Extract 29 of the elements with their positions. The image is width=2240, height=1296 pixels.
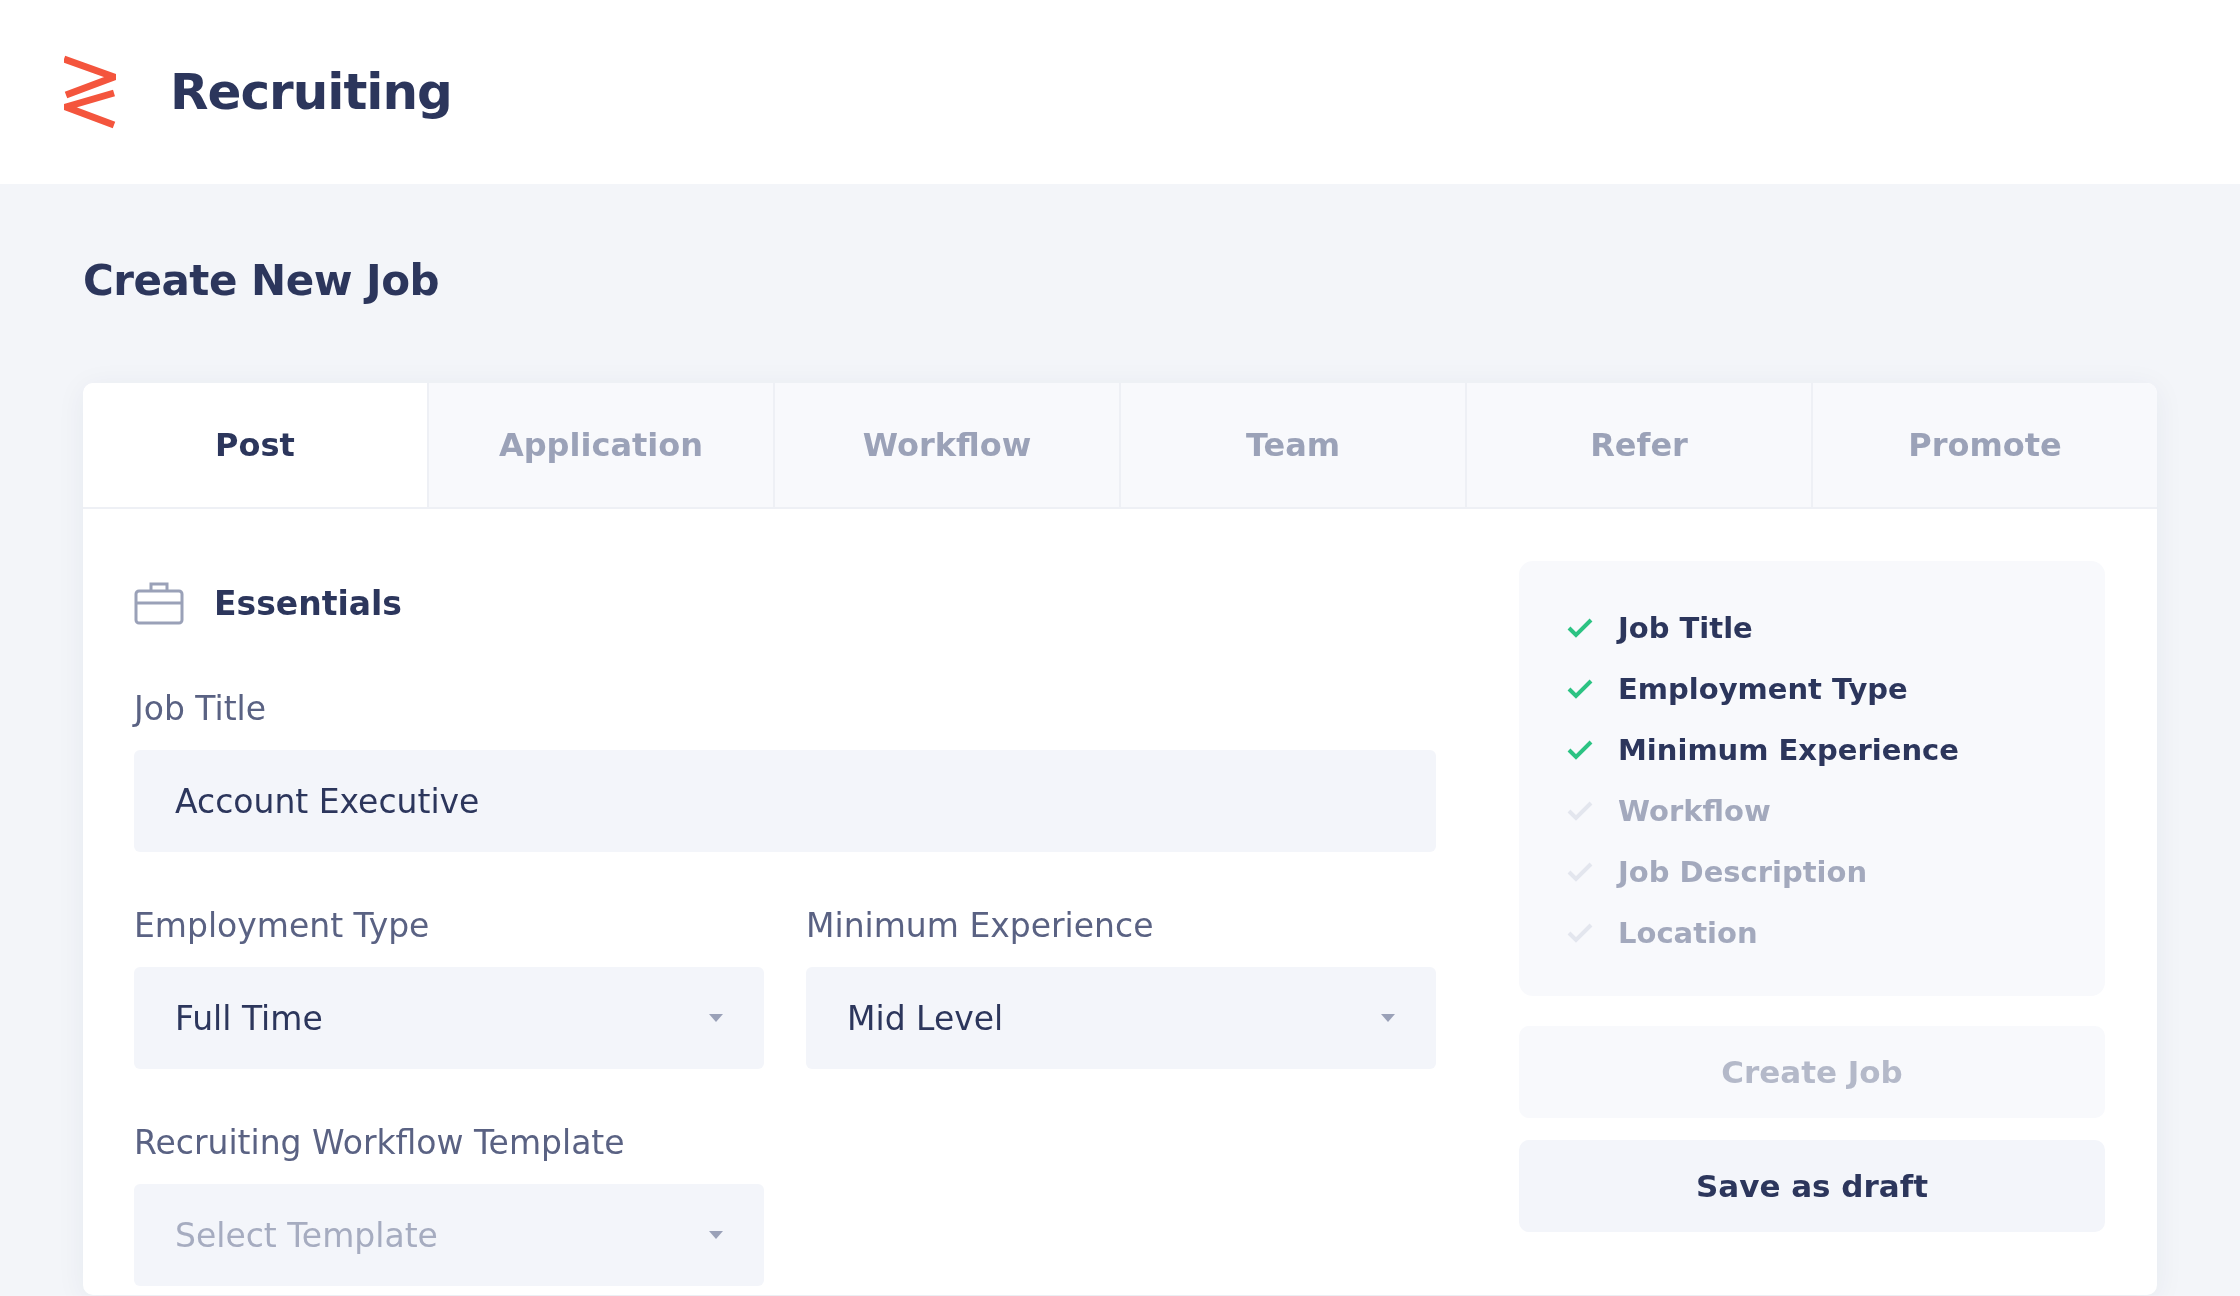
dropdown[interactable]: Full Time [134, 967, 764, 1069]
caret-icon [709, 1231, 723, 1239]
checklist-item: Employment Type [1618, 672, 1908, 706]
dropdown[interactable]: Select Template [134, 1184, 764, 1286]
tab[interactable]: Refer [1465, 383, 1811, 507]
tab[interactable]: Workflow [773, 383, 1119, 507]
tab[interactable]: Promote [1811, 383, 2157, 507]
section-title: Essentials [214, 583, 402, 623]
field-label: Recruiting Workflow Template [134, 1123, 626, 1162]
tab[interactable]: Team [1119, 383, 1465, 507]
field-label: Employment Type [134, 906, 431, 945]
caret-icon [1381, 1014, 1395, 1022]
checklist-item: Minimum Experience [1618, 733, 1959, 767]
checklist-item: Workflow [1618, 794, 1771, 828]
checklist-item: Job Description [1618, 855, 1868, 889]
app-title: Recruiting [170, 63, 452, 121]
field-label: Job Title [134, 689, 268, 728]
tab[interactable]: Post [83, 383, 427, 507]
checklist-item: Job Title [1618, 611, 1753, 645]
dropdown[interactable]: Mid Level [806, 967, 1436, 1069]
logo-icon [64, 55, 116, 129]
tab[interactable]: Application [427, 383, 773, 507]
field-label: Minimum Experience [806, 906, 1155, 945]
checklist-item: Location [1618, 916, 1758, 950]
caret-icon [709, 1014, 723, 1022]
page-title: Create New Job [83, 256, 441, 305]
text-field[interactable]: Account Executive [134, 750, 1436, 852]
save-draft-button[interactable]: Save as draft [1519, 1140, 2105, 1232]
briefcase-icon [134, 581, 184, 625]
